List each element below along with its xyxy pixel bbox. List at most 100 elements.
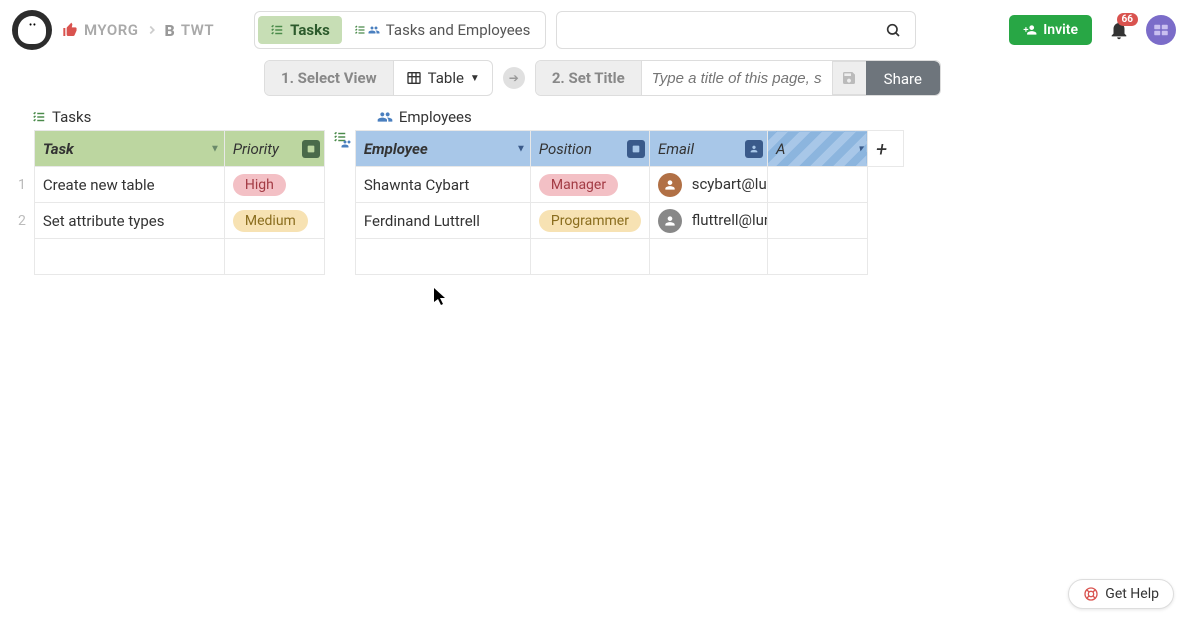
cell-position[interactable]: Programmer bbox=[530, 203, 649, 239]
get-help-label: Get Help bbox=[1105, 586, 1159, 602]
pill-tasks-employees[interactable]: Tasks and Employees bbox=[342, 16, 543, 44]
cell-priority[interactable]: High bbox=[224, 167, 324, 203]
row-number: 1 bbox=[10, 167, 34, 203]
share-label: Share bbox=[884, 70, 922, 88]
priority-badge: Medium bbox=[233, 210, 308, 232]
mouse-cursor bbox=[434, 288, 448, 306]
cell-employee[interactable]: Shawnta Cybart bbox=[355, 167, 530, 203]
breadcrumb-project[interactable]: TWT bbox=[181, 21, 214, 39]
employees-title-text: Employees bbox=[399, 108, 472, 126]
col-priority-label: Priority bbox=[233, 140, 279, 158]
cell-empty[interactable] bbox=[767, 239, 867, 275]
tasks-title-text: Tasks bbox=[52, 108, 91, 126]
position-badge: Programmer bbox=[539, 210, 641, 232]
pill-te-label: Tasks and Employees bbox=[386, 21, 531, 39]
project-badge-icon: B bbox=[165, 21, 175, 40]
avatar bbox=[658, 173, 682, 197]
col-header-employee[interactable]: Employee ▼ bbox=[355, 131, 530, 167]
col-task-label: Task bbox=[43, 140, 74, 158]
users-icon bbox=[368, 24, 380, 36]
search-icon bbox=[885, 22, 901, 38]
table-icon bbox=[406, 70, 422, 86]
arrow-right-icon: ➔ bbox=[503, 67, 525, 89]
column-type-icon[interactable] bbox=[745, 140, 763, 158]
view-type-dropdown[interactable]: Table ▼ bbox=[428, 69, 480, 87]
share-button[interactable]: Share bbox=[866, 61, 940, 96]
row-gutter bbox=[10, 131, 34, 167]
caret-down-icon[interactable]: ▼ bbox=[516, 143, 526, 154]
add-column-button[interactable]: + bbox=[867, 131, 903, 167]
step-set-title: 2. Set Title Share bbox=[535, 60, 941, 96]
col-email-label: Email bbox=[658, 140, 694, 158]
cell-employee[interactable]: Ferdinand Luttrell bbox=[355, 203, 530, 239]
thumbs-up-icon bbox=[62, 22, 78, 38]
pill-tasks-label: Tasks bbox=[290, 21, 330, 39]
table-row[interactable]: Shawnta Cybart Manager scybart@lum bbox=[355, 167, 903, 203]
cell-empty[interactable] bbox=[34, 239, 224, 275]
cell-email[interactable]: scybart@lum bbox=[649, 167, 767, 203]
cell-empty[interactable] bbox=[355, 239, 530, 275]
cell-email[interactable]: fluttrell@lum bbox=[649, 203, 767, 239]
column-type-icon[interactable] bbox=[627, 140, 645, 158]
table-row-empty[interactable] bbox=[355, 239, 903, 275]
save-button[interactable] bbox=[832, 61, 866, 95]
email-text: fluttrell@lum bbox=[692, 210, 768, 228]
view-type-label: Table bbox=[428, 69, 464, 87]
get-help-button[interactable]: Get Help bbox=[1068, 579, 1174, 609]
column-type-icon[interactable] bbox=[302, 140, 320, 158]
caret-down-icon[interactable]: ▼ bbox=[210, 143, 220, 154]
caret-down-icon[interactable]: ▾ bbox=[858, 143, 863, 154]
users-icon bbox=[377, 109, 393, 125]
cell-empty[interactable] bbox=[530, 239, 649, 275]
cell-empty[interactable] bbox=[224, 239, 324, 275]
cell-new[interactable] bbox=[767, 167, 867, 203]
col-header-position[interactable]: Position bbox=[530, 131, 649, 167]
table-row[interactable]: Ferdinand Luttrell Programmer fluttrell@… bbox=[355, 203, 903, 239]
avatar bbox=[658, 209, 682, 233]
priority-badge: High bbox=[233, 174, 286, 196]
step-select-view-label: 1. Select View bbox=[265, 61, 394, 95]
cell-task[interactable]: Set attribute types bbox=[34, 203, 224, 239]
col-header-priority[interactable]: Priority bbox=[224, 131, 324, 167]
app-logo[interactable] bbox=[12, 10, 52, 50]
account-avatar[interactable] bbox=[1146, 15, 1176, 45]
list-check-icon bbox=[270, 23, 284, 37]
cell-position[interactable]: Manager bbox=[530, 167, 649, 203]
cell-new[interactable] bbox=[767, 203, 867, 239]
life-ring-icon bbox=[1083, 586, 1099, 602]
table-row[interactable]: 2 Set attribute types Medium bbox=[10, 203, 324, 239]
email-text: scybart@lum bbox=[692, 174, 768, 192]
tasks-table-title: Tasks bbox=[10, 104, 325, 130]
table-row-empty[interactable] bbox=[10, 239, 324, 275]
caret-down-icon: ▼ bbox=[470, 73, 480, 84]
list-check-icon bbox=[32, 110, 46, 124]
cell-priority[interactable]: Medium bbox=[224, 203, 324, 239]
breadcrumb: MYORG B TWT bbox=[62, 21, 214, 40]
invite-button[interactable]: Invite bbox=[1009, 15, 1092, 45]
chevron-right-icon bbox=[145, 23, 159, 37]
breadcrumb-org[interactable]: MYORG bbox=[84, 21, 139, 39]
position-badge: Manager bbox=[539, 174, 618, 196]
cell-task[interactable]: Create new table bbox=[34, 167, 224, 203]
col-header-new[interactable]: A ▾ bbox=[767, 131, 867, 167]
notification-count: 66 bbox=[1117, 13, 1138, 26]
pill-tasks[interactable]: Tasks bbox=[258, 16, 342, 44]
invite-label: Invite bbox=[1043, 22, 1078, 38]
step-select-view: 1. Select View Table ▼ bbox=[264, 60, 493, 96]
user-plus-icon bbox=[1023, 23, 1037, 37]
step-set-title-label: 2. Set Title bbox=[536, 61, 642, 95]
cell-empty[interactable] bbox=[649, 239, 767, 275]
plus-icon: + bbox=[876, 137, 887, 161]
notifications-button[interactable]: 66 bbox=[1108, 19, 1130, 41]
page-title-input[interactable] bbox=[642, 61, 832, 95]
cell-empty[interactable] bbox=[867, 167, 903, 203]
row-number: 2 bbox=[10, 203, 34, 239]
search-box[interactable] bbox=[556, 11, 916, 49]
col-position-label: Position bbox=[539, 140, 592, 158]
table-row[interactable]: 1 Create new table High bbox=[10, 167, 324, 203]
row-number bbox=[10, 239, 34, 275]
col-header-task[interactable]: Task ▼ bbox=[34, 131, 224, 167]
col-header-email[interactable]: Email bbox=[649, 131, 767, 167]
employees-table-title: Employees bbox=[355, 104, 904, 130]
col-employee-label: Employee bbox=[364, 140, 428, 158]
